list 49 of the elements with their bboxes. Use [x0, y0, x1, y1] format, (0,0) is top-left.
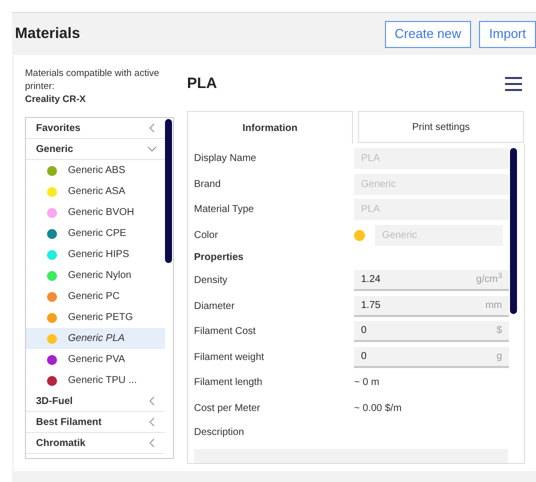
field-label: Diameter [194, 300, 236, 314]
compat-label: Materials compatible with active printer: [25, 67, 160, 93]
material-item[interactable]: Generic CPE [26, 223, 165, 244]
field-label: Filament Cost [194, 325, 257, 340]
material-item[interactable]: Generic HIPS [26, 244, 165, 265]
tab[interactable]: Information [187, 111, 353, 144]
section-heading: Properties [194, 251, 244, 266]
material-item[interactable]: Generic PLA [26, 328, 165, 349]
category-header[interactable]: Best Filament [26, 412, 165, 433]
description-field[interactable] [194, 448, 508, 463]
info-value: ~ 0.00 $/m [354, 402, 402, 416]
toolbar-button[interactable]: Import [479, 20, 536, 48]
menu-icon[interactable] [505, 77, 522, 91]
field-label: Filament length [194, 376, 264, 390]
printer-name: Creality CR-X [25, 93, 87, 106]
chevron-down-icon [147, 146, 157, 152]
field-label: Filament weight [194, 350, 266, 365]
material-item[interactable]: Generic Nylon [26, 265, 165, 286]
scrollbar-thumb[interactable] [165, 119, 172, 263]
scrollbar-thumb[interactable] [510, 148, 517, 314]
material-item[interactable]: Generic ASA [26, 181, 165, 202]
field-label: Color [194, 228, 219, 243]
field-label: Cost per Meter [194, 402, 262, 416]
material-item[interactable]: Generic PETG [26, 307, 165, 328]
number-field[interactable]: 0 $ [354, 321, 509, 342]
chevron-left-icon [149, 417, 155, 427]
material-item[interactable]: Generic PVA [26, 349, 165, 370]
tab[interactable]: Print settings [358, 111, 524, 143]
material-item[interactable]: Generic PC [26, 286, 165, 307]
chevron-left-icon [149, 396, 155, 406]
field-label: Density [194, 274, 228, 288]
material-item[interactable]: Generic ABS [26, 160, 165, 181]
material-item[interactable]: Generic BVOH [26, 202, 165, 223]
field-label: Description [194, 426, 246, 440]
category-header[interactable]: Chromatik [26, 433, 165, 454]
number-field[interactable]: 0 g [354, 346, 509, 368]
info-value: ~ 0 m [354, 376, 380, 390]
toolbar-button[interactable]: Create new [384, 20, 472, 48]
page-title: Materials [15, 24, 80, 44]
chevron-left-icon [149, 438, 155, 448]
field-label: Display Name [194, 152, 258, 166]
material-title: PLA [187, 74, 217, 94]
field-label: Material Type [194, 203, 255, 218]
field-label: Brand [194, 178, 222, 192]
category-header[interactable]: 3D-Fuel [26, 391, 165, 412]
chevron-left-icon [149, 123, 155, 133]
number-field[interactable]: 1.24 g/cm$^{3}$ [354, 270, 509, 292]
number-field[interactable]: 1.75 mm [354, 296, 509, 317]
material-item[interactable]: Generic TPU ... [26, 370, 165, 391]
